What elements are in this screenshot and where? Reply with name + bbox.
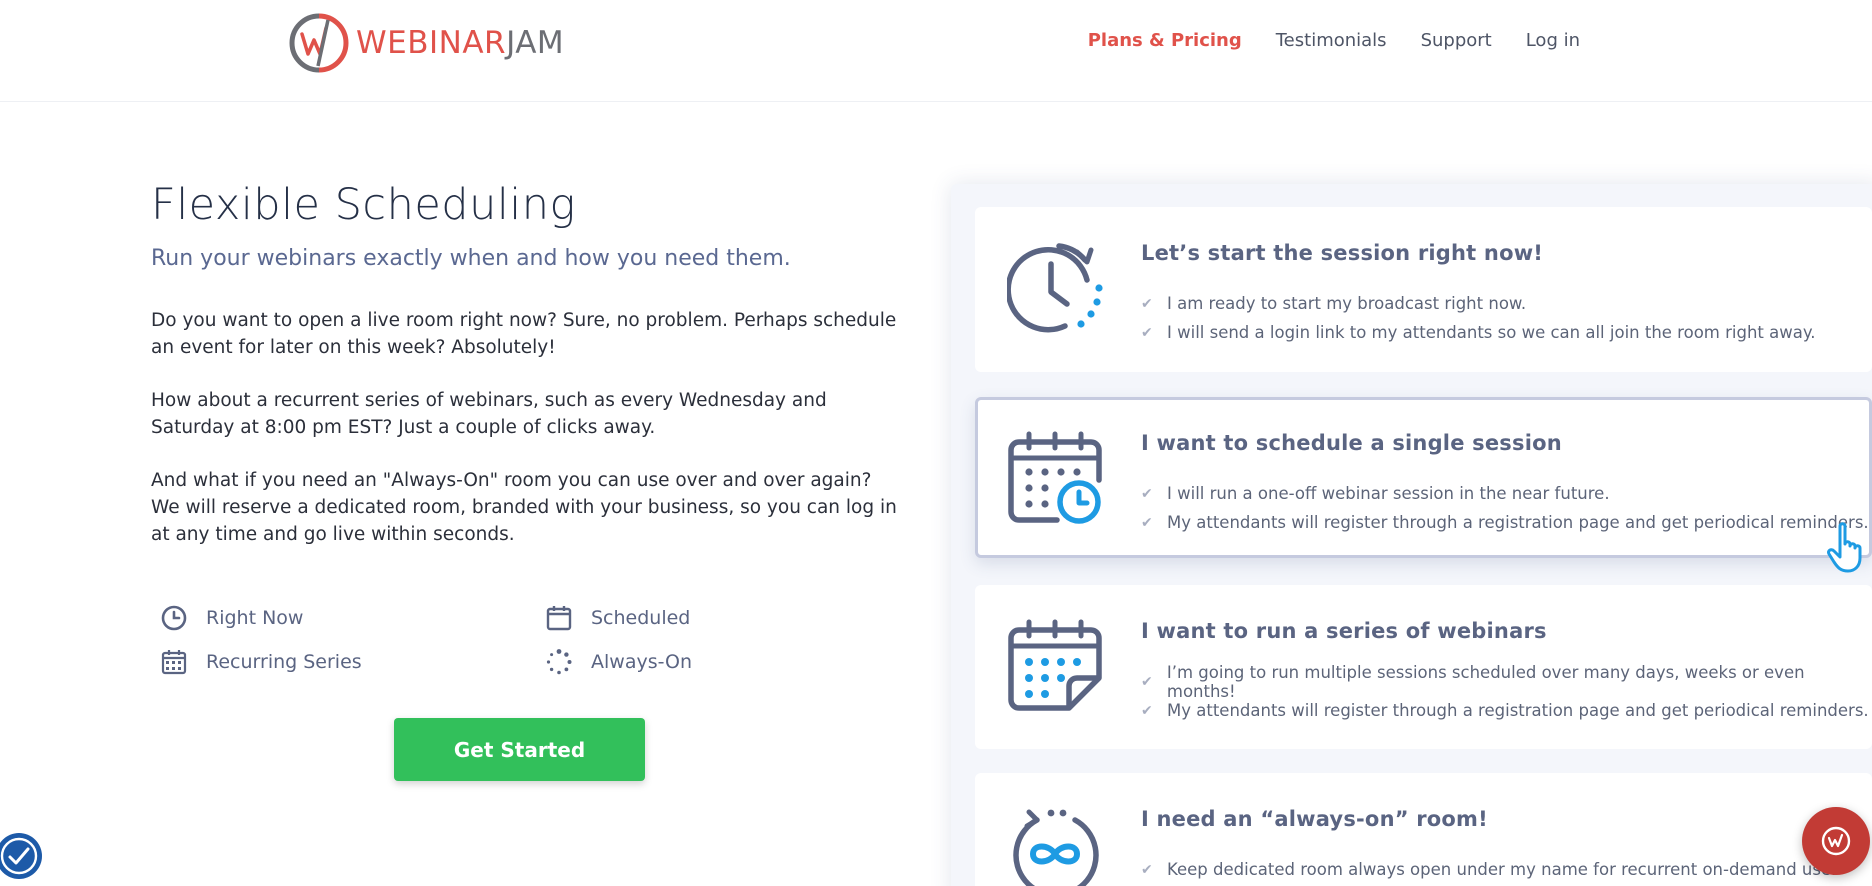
option-card-series[interactable]: I want to run a series of webinars ✔ I’m … — [975, 585, 1872, 749]
feature-list: Right Now Scheduled Recurring Series Alw… — [160, 605, 720, 675]
option-detail-item: ✔ My attendants will register through a r… — [1141, 513, 1869, 532]
check-icon: ✔ — [1141, 514, 1153, 531]
feature-label: Scheduled — [591, 607, 691, 629]
option-title: I want to run a series of webinars — [1141, 619, 1547, 643]
option-detail-item: ✔ I will send a login link to my attendan… — [1141, 323, 1816, 342]
feature-label: Always-On — [591, 651, 692, 673]
option-title: Let’s start the session right now! — [1141, 241, 1544, 265]
scheduling-intro: Flexible Scheduling Run your webinars ex… — [151, 180, 901, 548]
clock-icon — [161, 605, 187, 631]
intro-paragraph-3: And what if you need an "Always-On" room… — [151, 470, 897, 545]
option-detail-item: ✔ I will run a one-off webinar session in… — [1141, 484, 1610, 503]
page-title: Flexible Scheduling — [151, 180, 576, 230]
feature-recurring-series: Recurring Series — [160, 649, 545, 675]
calendar-grid-icon — [161, 650, 187, 675]
check-icon: ✔ — [1141, 485, 1153, 502]
logo-word-webinar: WEBINAR — [356, 25, 507, 61]
option-details: ✔ Keep dedicated room always open under m… — [1141, 855, 1836, 884]
accessibility-button[interactable] — [0, 833, 42, 879]
nav-testimonials[interactable]: Testimonials — [1276, 30, 1387, 51]
intro-paragraph-1: Do you want to open a live room right no… — [151, 310, 897, 358]
logo-wordmark: WEBINARJAM — [356, 25, 564, 61]
logo-word-jam: JAM — [506, 25, 565, 61]
chat-button[interactable] — [1802, 807, 1870, 875]
chat-logo-icon — [1821, 826, 1851, 856]
feature-right-now: Right Now — [160, 605, 545, 631]
option-details: ✔ I am ready to start my broadcast right … — [1141, 289, 1816, 347]
calendar-series-icon — [1008, 619, 1102, 711]
option-title: I need an “always-on” room! — [1141, 807, 1488, 831]
option-details: ✔ I will run a one-off webinar session in… — [1141, 479, 1869, 537]
check-icon: ✔ — [1141, 673, 1153, 690]
check-icon: ✔ — [1141, 295, 1153, 312]
feature-scheduled: Scheduled — [545, 605, 720, 631]
feature-always-on: Always-On — [545, 649, 720, 675]
main-nav: Plans & Pricing Testimonials Support Log… — [1088, 30, 1580, 51]
option-detail-item: ✔ Keep dedicated room always open under m… — [1141, 860, 1837, 879]
option-details: ✔ I’m going to run multiple sessions sche… — [1141, 662, 1872, 725]
get-started-button[interactable]: Get Started — [394, 718, 645, 781]
clock-refresh-icon — [1007, 243, 1103, 333]
check-icon: ✔ — [1141, 702, 1153, 719]
option-title: I want to schedule a single session — [1141, 431, 1562, 455]
option-detail-item: ✔ I am ready to start my broadcast right … — [1141, 294, 1527, 313]
nav-plans-pricing[interactable]: Plans & Pricing — [1088, 30, 1242, 51]
infinity-icon — [1013, 809, 1099, 886]
feature-label: Right Now — [206, 607, 304, 629]
check-icon: ✔ — [1141, 861, 1153, 878]
nav-log-in[interactable]: Log in — [1526, 30, 1580, 51]
calendar-clock-icon — [1008, 431, 1102, 524]
site-header: WEBINARJAM Plans & Pricing Testimonials … — [0, 0, 1872, 102]
spinner-icon — [546, 649, 572, 675]
hand-cursor-icon — [1827, 522, 1862, 573]
option-detail-item: ✔ My attendants will register through a r… — [1141, 701, 1869, 720]
accessibility-icon — [0, 837, 38, 875]
logo-mark-icon — [289, 13, 349, 73]
option-card-always-on[interactable]: I need an “always-on” room! ✔ Keep dedica… — [975, 773, 1872, 886]
intro-paragraph-2: How about a recurrent series of webinars… — [151, 390, 827, 438]
check-icon: ✔ — [1141, 324, 1153, 341]
option-card-single-session[interactable]: I want to schedule a single session ✔ I w… — [975, 397, 1872, 558]
option-detail-item: ✔ I’m going to run multiple sessions sche… — [1141, 662, 1805, 701]
webinarjam-logo[interactable]: WEBINARJAM — [288, 12, 564, 74]
feature-label: Recurring Series — [206, 651, 362, 673]
nav-support[interactable]: Support — [1421, 30, 1492, 51]
calendar-icon — [546, 606, 572, 631]
page-subtitle: Run your webinars exactly when and how y… — [151, 246, 791, 271]
option-card-start-now[interactable]: Let’s start the session right now! ✔ I am… — [975, 207, 1872, 372]
